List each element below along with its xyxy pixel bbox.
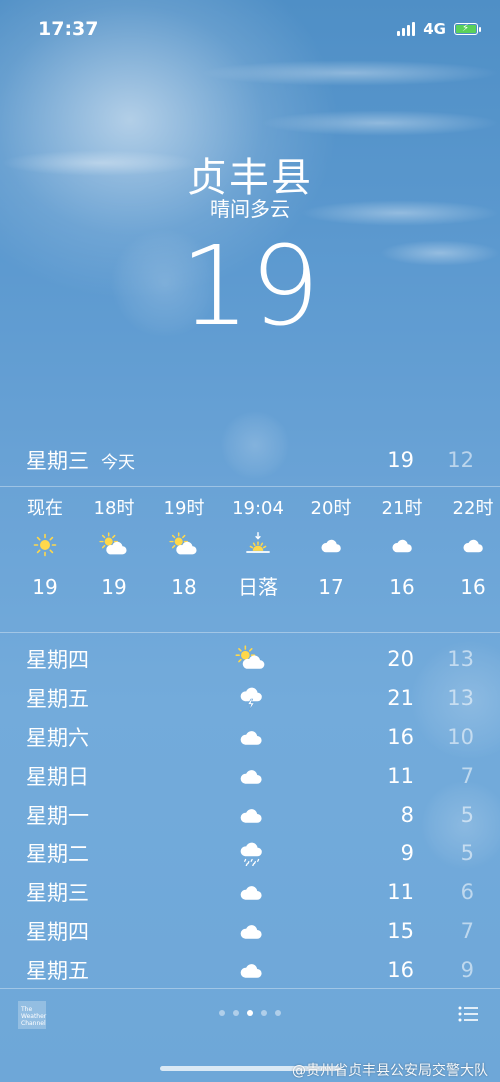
hour-temperature: 16 bbox=[460, 575, 486, 599]
day-high: 15 bbox=[387, 918, 414, 943]
daily-row: 星期五 21 13 bbox=[26, 679, 474, 718]
day-high: 11 bbox=[387, 880, 414, 905]
page-dot[interactable] bbox=[275, 1010, 281, 1016]
page-dot[interactable] bbox=[247, 1010, 253, 1016]
daily-row: 星期二 9 5 bbox=[26, 834, 474, 873]
day-high: 8 bbox=[400, 802, 414, 827]
battery-icon: ⚡ bbox=[454, 23, 481, 35]
daily-row: 星期四 15 7 bbox=[26, 912, 474, 951]
day-name: 星期四 bbox=[26, 648, 89, 673]
day-low: 13 bbox=[447, 686, 474, 711]
current-condition: 晴间多云 bbox=[210, 197, 290, 221]
cloud-icon bbox=[234, 877, 268, 907]
today-row: 星期三 今天 19 12 bbox=[26, 443, 474, 477]
partly-cloudy-icon bbox=[79, 523, 149, 567]
page-indicator[interactable] bbox=[0, 1010, 500, 1016]
hourly-item: 22时 16 bbox=[438, 495, 500, 607]
sun-icon bbox=[10, 523, 80, 567]
hourly-item: 19:04 日落 bbox=[223, 495, 293, 607]
network-type: 4G bbox=[423, 20, 446, 38]
daily-row: 星期六 16 10 bbox=[26, 718, 474, 757]
today-day: 星期三 bbox=[26, 449, 89, 473]
day-low: 5 bbox=[460, 802, 474, 827]
daily-row: 星期四 20 13 bbox=[26, 640, 474, 679]
hour-temperature: 16 bbox=[389, 575, 415, 599]
cloud-icon bbox=[234, 760, 268, 790]
page-dot[interactable] bbox=[261, 1010, 267, 1016]
day-name: 星期四 bbox=[26, 919, 89, 944]
hour-label: 18时 bbox=[93, 498, 135, 519]
hourly-item: 18时 19 bbox=[79, 495, 149, 607]
day-low: 10 bbox=[447, 724, 474, 749]
day-name: 星期二 bbox=[26, 842, 89, 867]
divider bbox=[0, 988, 500, 989]
hour-label: 21时 bbox=[381, 498, 423, 519]
sunset-icon bbox=[223, 523, 293, 567]
today-high: 19 bbox=[387, 448, 414, 472]
day-low: 7 bbox=[460, 763, 474, 788]
hour-temperature: 17 bbox=[318, 575, 344, 599]
divider bbox=[0, 486, 500, 487]
day-name: 星期五 bbox=[26, 687, 89, 712]
day-high: 20 bbox=[387, 647, 414, 672]
day-name: 星期六 bbox=[26, 725, 89, 750]
hourly-item: 20时 17 bbox=[296, 495, 366, 607]
day-low: 6 bbox=[460, 880, 474, 905]
rain-icon bbox=[234, 838, 268, 868]
hour-temperature: 19 bbox=[101, 575, 127, 599]
page-dot[interactable] bbox=[233, 1010, 239, 1016]
cloud-icon bbox=[296, 523, 366, 567]
cloud-icon bbox=[234, 722, 268, 752]
status-indicators: 4G ⚡ bbox=[397, 20, 481, 38]
day-high: 11 bbox=[387, 763, 414, 788]
thunderstorm-icon bbox=[234, 683, 268, 713]
daily-row: 星期五 16 9 bbox=[26, 950, 474, 989]
today-low: 12 bbox=[447, 448, 474, 472]
day-low: 5 bbox=[460, 841, 474, 866]
watermark: @贵州省贞丰县公安局交警大队 bbox=[292, 1063, 488, 1079]
daily-row: 星期一 8 5 bbox=[26, 795, 474, 834]
cloud-icon bbox=[367, 523, 437, 567]
daily-row: 星期三 11 6 bbox=[26, 873, 474, 912]
hourly-item: 21时 16 bbox=[367, 495, 437, 607]
partly-cloudy-icon bbox=[149, 523, 219, 567]
cloud-icon bbox=[438, 523, 500, 567]
day-name: 星期五 bbox=[26, 958, 89, 983]
list-icon[interactable] bbox=[458, 1006, 478, 1022]
day-name: 星期日 bbox=[26, 764, 89, 789]
daily-forecast: 星期四 20 13 星期五 21 13 星期六 16 10 星期日 11 7 星… bbox=[26, 640, 474, 989]
day-low: 13 bbox=[447, 647, 474, 672]
day-high: 9 bbox=[400, 841, 414, 866]
today-label: 今天 bbox=[101, 452, 135, 473]
day-high: 16 bbox=[387, 724, 414, 749]
cloud-icon bbox=[234, 799, 268, 829]
day-name: 星期一 bbox=[26, 803, 89, 828]
day-name: 星期三 bbox=[26, 881, 89, 906]
logo-line: Channel bbox=[21, 1020, 46, 1027]
hourly-item: 现在 19 bbox=[10, 495, 80, 607]
hourly-forecast[interactable]: 现在 19 18时 19 19时 18 19:04 日落 20时 17 21时 … bbox=[0, 495, 500, 623]
day-low: 7 bbox=[460, 918, 474, 943]
hour-label: 22时 bbox=[452, 498, 494, 519]
cloud-icon bbox=[234, 954, 268, 984]
signal-icon bbox=[397, 22, 416, 36]
partly-cloudy-icon bbox=[234, 644, 268, 674]
cloud-icon bbox=[234, 916, 268, 946]
page-dot[interactable] bbox=[219, 1010, 225, 1016]
hour-label: 20时 bbox=[310, 498, 352, 519]
hour-temperature: 日落 bbox=[238, 575, 278, 599]
hour-label: 19时 bbox=[163, 498, 205, 519]
divider bbox=[0, 632, 500, 633]
hour-label: 19:04 bbox=[232, 498, 284, 519]
hour-temperature: 19 bbox=[32, 575, 58, 599]
hourly-item: 19时 18 bbox=[149, 495, 219, 607]
daily-row: 星期日 11 7 bbox=[26, 756, 474, 795]
hour-label: 现在 bbox=[27, 498, 63, 519]
status-time: 17:37 bbox=[38, 18, 99, 40]
day-high: 16 bbox=[387, 957, 414, 982]
day-low: 9 bbox=[460, 957, 474, 982]
current-temperature: 19 bbox=[180, 222, 320, 350]
day-high: 21 bbox=[387, 686, 414, 711]
hour-temperature: 18 bbox=[171, 575, 197, 599]
